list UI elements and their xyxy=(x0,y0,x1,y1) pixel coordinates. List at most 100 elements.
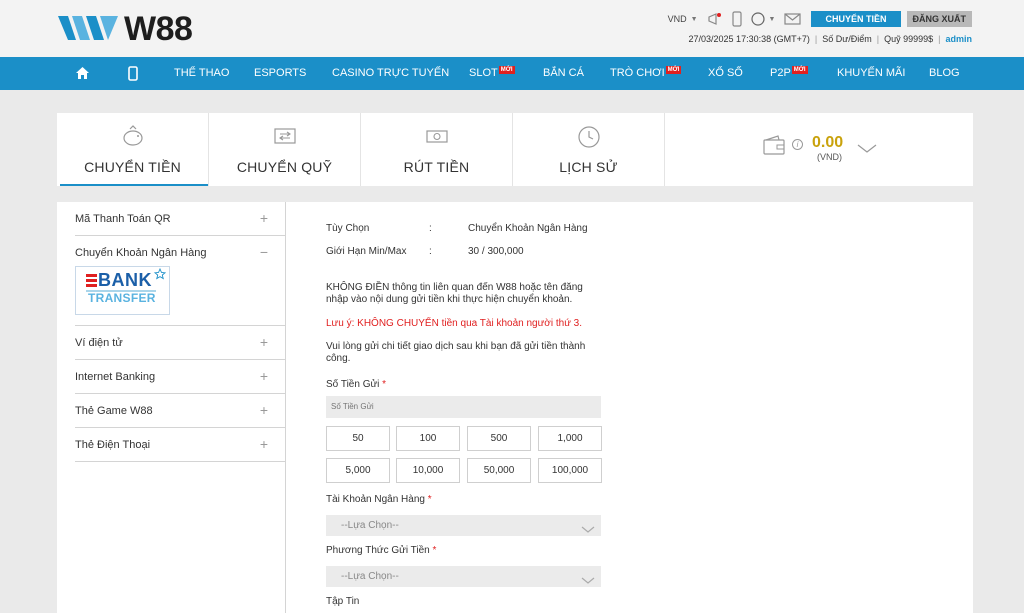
sidebar-item-label: Internet Banking xyxy=(75,371,156,383)
nav-item-fishing[interactable]: BẮN CÁ xyxy=(543,57,584,90)
bank-logo-subtext: TRANSFER xyxy=(88,291,156,305)
colon: : xyxy=(429,246,432,257)
nav-item-slot[interactable]: SLOT MỚI xyxy=(469,57,515,90)
plus-icon: + xyxy=(259,210,268,226)
bank-account-label: Tài Khoản Ngân Hàng * xyxy=(326,494,432,505)
new-badge: MỚI xyxy=(791,66,808,74)
tab-label: CHUYỂN QUỸ xyxy=(236,159,333,175)
sidebar-item-game-card[interactable]: Thẻ Game W88 + xyxy=(75,394,285,428)
instruction-text: Vui lòng gửi chi tiết giao dịch sau khi … xyxy=(326,341,586,364)
transfer-icon xyxy=(273,125,297,152)
quick-amount-button[interactable]: 5,000 xyxy=(326,458,390,483)
main-nav: THỂ THAO ESPORTS CASINO TRỰC TUYẾN SLOT M… xyxy=(0,57,1024,90)
divider xyxy=(285,202,286,613)
announcement-icon[interactable] xyxy=(707,12,723,26)
plus-icon: + xyxy=(259,402,268,418)
tab-withdraw[interactable]: RÚT TIỀN xyxy=(361,113,513,186)
quick-amount-button[interactable]: 100 xyxy=(396,426,460,451)
divider: | xyxy=(938,34,941,44)
mail-icon[interactable] xyxy=(784,13,802,25)
sidebar-item-label: Chuyển Khoản Ngân Hàng xyxy=(75,247,207,259)
wallet-icon xyxy=(763,135,785,160)
new-badge: MỚI xyxy=(665,66,682,74)
divider: | xyxy=(876,34,880,44)
transfer-button[interactable]: CHUYỂN TIỀN xyxy=(811,11,901,27)
quick-amount-button[interactable]: 100,000 xyxy=(538,458,602,483)
bank-account-select[interactable]: --Lựa Chọn-- xyxy=(326,515,601,536)
nav-item-sports[interactable]: THỂ THAO xyxy=(174,57,229,90)
sidebar-item-bank-transfer[interactable]: Chuyển Khoản Ngân Hàng − BANK TRANSFER xyxy=(75,236,285,326)
tab-label: CHUYỂN TIỀN xyxy=(84,159,181,175)
sidebar-item-ewallet[interactable]: Ví điện tử + xyxy=(75,326,285,360)
quick-amount-button[interactable]: 50,000 xyxy=(467,458,531,483)
nav-item-blog[interactable]: BLOG xyxy=(929,57,960,90)
wallet-balance[interactable]: i 0.00 (VND) xyxy=(669,113,973,186)
username[interactable]: admin xyxy=(945,34,972,44)
bank-logo-text: BANK xyxy=(98,270,152,290)
warning-text: Lưu ý: KHÔNG CHUYỂN tiền qua Tài khoản n… xyxy=(326,318,583,329)
home-icon[interactable] xyxy=(75,66,90,82)
sidebar-item-label: Thẻ Game W88 xyxy=(75,405,153,417)
datetime: 27/03/2025 17:30:38 (GMT+7) xyxy=(688,34,810,44)
option-value: Chuyển Khoản Ngân Hàng xyxy=(468,223,588,234)
chevron-down-icon: ▼ xyxy=(768,15,776,23)
limit-label: Giới Hạn Min/Max xyxy=(326,246,407,257)
payment-methods-sidebar: Mã Thanh Toán QR + Chuyển Khoản Ngân Hàn… xyxy=(75,202,285,462)
nav-item-p2p[interactable]: P2P MỚI xyxy=(770,57,808,90)
tab-history[interactable]: LỊCH SỬ xyxy=(513,113,665,186)
history-icon xyxy=(577,125,601,154)
tab-fund-transfer[interactable]: CHUYỂN QUỸ xyxy=(209,113,361,186)
fund-label: Quỹ 99999$ xyxy=(884,34,934,44)
tab-deposit[interactable]: CHUYỂN TIỀN xyxy=(57,113,209,186)
chevron-down-icon xyxy=(581,521,595,542)
quick-amount-button[interactable]: 10,000 xyxy=(396,458,460,483)
nav-item-casino[interactable]: CASINO TRỰC TUYẾN xyxy=(332,57,449,90)
limit-value: 30 / 300,000 xyxy=(468,246,524,257)
currency-label: VND xyxy=(667,14,687,24)
mobile-icon[interactable] xyxy=(731,11,742,27)
sidebar-item-label: Mã Thanh Toán QR xyxy=(75,213,171,225)
amount-label: Số Tiền Gửi * xyxy=(326,379,387,390)
logout-button[interactable]: ĐĂNG XUẤT xyxy=(906,11,972,27)
sidebar-item-label: Thẻ Điện Thoại xyxy=(75,439,151,451)
plus-icon: + xyxy=(259,334,268,350)
quick-amount-button[interactable]: 50 xyxy=(326,426,390,451)
deposit-method-select[interactable]: --Lựa Chọn-- xyxy=(326,566,601,587)
divider: | xyxy=(814,34,818,44)
bank-transfer-logo[interactable]: BANK TRANSFER xyxy=(75,266,170,315)
sidebar-item-internet-banking[interactable]: Internet Banking + xyxy=(75,360,285,394)
minus-icon: − xyxy=(259,244,268,260)
currency-select[interactable]: VND ▼ xyxy=(668,14,698,24)
balance-label[interactable]: Số Dư/Điểm xyxy=(822,34,872,44)
wallet-currency: (VND) xyxy=(817,152,842,162)
w88-logo-icon xyxy=(58,16,118,40)
chevron-down-icon xyxy=(581,572,595,593)
chevron-down-icon[interactable] xyxy=(857,141,877,159)
account-tabs: CHUYỂN TIỀN CHUYỂN QUỸ RÚT TIỀN LỊCH SỬ … xyxy=(57,113,973,186)
sidebar-item-label: Ví điện tử xyxy=(75,337,123,349)
tab-label: RÚT TIỀN xyxy=(403,159,470,175)
info-icon[interactable]: i xyxy=(792,139,803,150)
mobile-app-icon[interactable] xyxy=(128,66,138,82)
sidebar-item-phone-card[interactable]: Thẻ Điện Thoại + xyxy=(75,428,285,462)
nav-item-lottery[interactable]: XỔ SỐ xyxy=(708,57,743,90)
amount-input[interactable] xyxy=(326,396,601,418)
notice-text: KHÔNG ĐIỀN thông tin liên quan đến W88 h… xyxy=(326,282,583,305)
site-header: W88 VND ▼ ▼ CHUYỂN TIỀN ĐĂNG XUẤT 27/03/… xyxy=(0,0,1024,57)
plus-icon: + xyxy=(259,436,268,452)
nav-item-promotions[interactable]: KHUYẾN MÃI xyxy=(837,57,905,90)
nav-item-games[interactable]: TRÒ CHƠI MỚI xyxy=(610,57,682,90)
quick-amount-button[interactable]: 500 xyxy=(467,426,531,451)
new-badge: MỚI xyxy=(498,66,515,74)
colon: : xyxy=(429,223,432,234)
piggy-bank-icon xyxy=(121,125,145,152)
quick-amount-button[interactable]: 1,000 xyxy=(538,426,602,451)
nav-item-esports[interactable]: ESPORTS xyxy=(254,57,306,90)
sidebar-item-qr[interactable]: Mã Thanh Toán QR + xyxy=(75,202,285,236)
brand-logo[interactable]: W88 xyxy=(58,10,193,48)
cash-icon xyxy=(425,125,449,152)
language-icon[interactable]: ▼ xyxy=(750,12,776,26)
plus-icon: + xyxy=(259,368,268,384)
brand-name: W88 xyxy=(124,10,193,48)
content-gap xyxy=(57,186,973,202)
